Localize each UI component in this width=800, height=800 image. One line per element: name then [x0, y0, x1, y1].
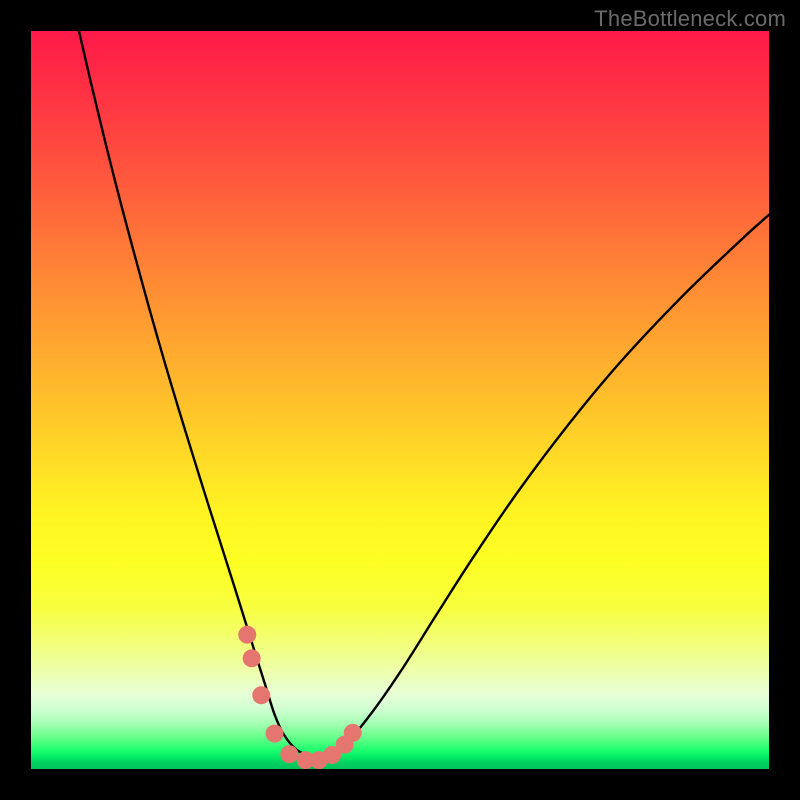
highlight-marker — [266, 725, 284, 743]
highlight-marker — [344, 724, 362, 742]
chart-frame: TheBottleneck.com — [0, 0, 800, 800]
highlight-marker — [252, 686, 270, 704]
watermark-text: TheBottleneck.com — [594, 6, 786, 32]
bottleneck-curve-path — [79, 31, 769, 757]
highlight-marker — [243, 649, 261, 667]
highlight-marker — [280, 745, 298, 763]
plot-area — [31, 31, 769, 769]
curve-layer — [31, 31, 769, 769]
highlight-markers — [238, 626, 362, 769]
highlight-marker — [238, 626, 256, 644]
bottleneck-curve — [79, 31, 769, 757]
